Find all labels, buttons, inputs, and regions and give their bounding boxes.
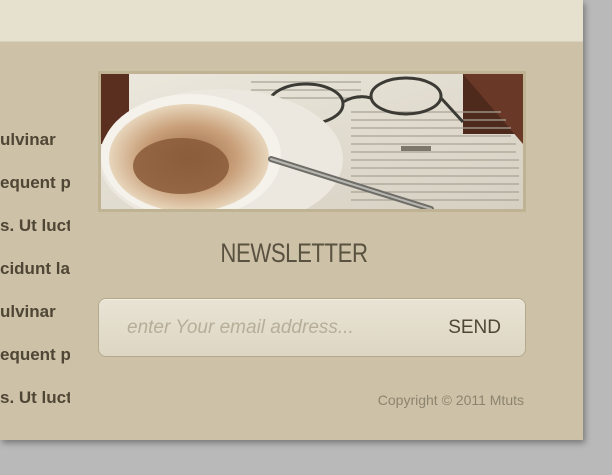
- body-text-line: ulvinar: [0, 130, 56, 149]
- header-strip: [0, 0, 583, 42]
- content-panel: ulvinar equent pe s. Ut luct cidunt la u…: [0, 0, 583, 440]
- coffee-newspaper-image: [101, 74, 523, 209]
- body-text-line: s. Ut luct: [0, 388, 70, 407]
- newsletter-heading: NEWSLETTER: [220, 238, 368, 268]
- body-text-line: equent pe: [0, 345, 70, 364]
- body-text-line: ulvinar: [0, 302, 56, 321]
- copyright-text: Copyright © 2011 Mtuts: [377, 392, 524, 408]
- body-text-column: ulvinar equent pe s. Ut luct cidunt la u…: [0, 118, 70, 419]
- send-button[interactable]: SEND: [448, 313, 501, 343]
- newsletter-photo: [98, 71, 526, 212]
- newsletter-form: SEND: [98, 298, 526, 357]
- email-input[interactable]: [127, 313, 397, 343]
- body-text-line: cidunt la: [0, 259, 70, 278]
- body-text-line: equent pe: [0, 173, 70, 192]
- body-text-line: s. Ut luct: [0, 216, 70, 235]
